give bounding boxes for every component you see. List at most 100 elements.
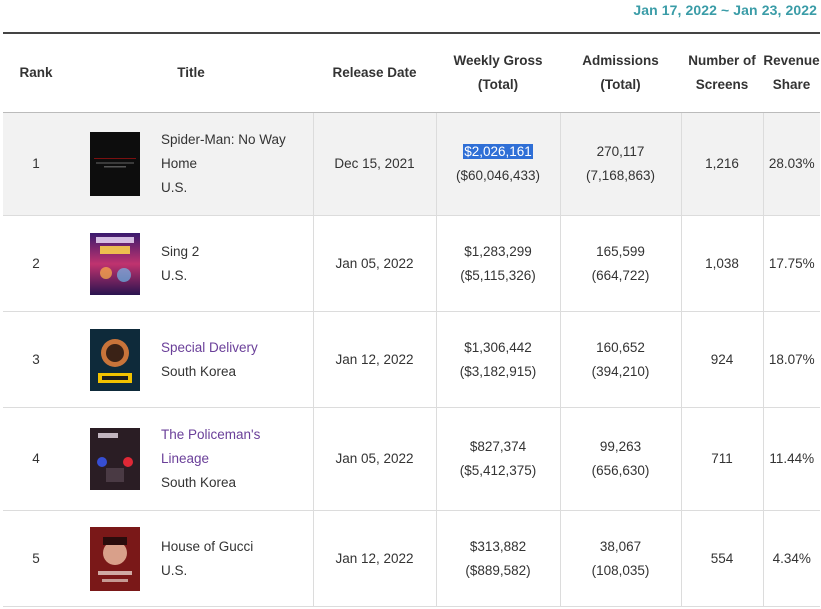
total-gross-value: ($889,582) (465, 562, 531, 578)
admissions-value: 165,599 (596, 243, 645, 259)
poster-cell (69, 311, 161, 408)
total-admissions-value: (108,035) (591, 562, 650, 578)
movie-country: U.S. (161, 180, 188, 195)
weekly-gross-value: $1,283,299 (464, 243, 532, 259)
poster-cell (69, 407, 161, 511)
movie-title-link[interactable]: Special Delivery (161, 336, 313, 360)
rank-cell: 3 (3, 311, 69, 408)
poster-cell (69, 112, 161, 216)
movie-country: U.S. (161, 562, 188, 578)
weekly-gross-cell: $313,882 ($889,582) (435, 510, 561, 607)
rank-cell: 1 (3, 112, 69, 216)
movie-country: U.S. (161, 267, 188, 283)
weekly-gross-cell: $2,026,161 ($60,046,433) (435, 112, 561, 216)
movie-title[interactable]: House of Gucci (161, 535, 313, 559)
screens-cell: 1,038 (680, 215, 764, 312)
admissions-cell: 38,067 (108,035) (559, 510, 682, 607)
column-header-revenue-share: Revenue Share (763, 32, 821, 113)
rank-cell: 5 (3, 510, 69, 607)
admissions-cell: 160,652 (394,210) (559, 311, 682, 408)
screens-cell: 711 (680, 407, 764, 511)
total-gross-value: ($60,046,433) (455, 168, 541, 183)
weekly-gross-value: $1,306,442 (464, 339, 532, 355)
release-date-cell: Jan 05, 2022 (312, 215, 437, 312)
column-header-screens: Number of Screens (681, 32, 764, 113)
movie-title-line2[interactable]: Home (161, 152, 313, 176)
column-header-rank: Rank (3, 32, 69, 113)
revenue-share-cell: 18.07% (762, 311, 821, 408)
revenue-share-cell: 11.44% (762, 407, 821, 511)
screens-cell: 924 (680, 311, 764, 408)
column-header-revenue-line2: Share (772, 77, 811, 92)
admissions-value: 99,263 (599, 439, 642, 454)
screens-cell: 554 (680, 510, 764, 607)
column-header-admissions-line1: Admissions (582, 53, 659, 68)
title-cell: The Policeman's Lineage South Korea (161, 407, 314, 511)
column-header-release-date: Release Date (313, 32, 437, 113)
admissions-value: 270,117 (596, 144, 645, 159)
admissions-cell: 99,263 (656,630) (559, 407, 682, 511)
column-header-screens-line2: Screens (695, 77, 749, 92)
column-header-admissions-line2: (Total) (600, 77, 641, 92)
movie-poster-image[interactable] (90, 132, 140, 196)
movie-poster-image[interactable] (90, 428, 140, 490)
title-cell: Spider-Man: No Way Home U.S. (161, 112, 314, 216)
revenue-share-cell: 28.03% (762, 112, 821, 216)
movie-poster-image[interactable] (90, 232, 140, 295)
weekly-gross-value: $827,374 (469, 439, 527, 454)
movie-title[interactable]: Sing 2 (161, 240, 313, 264)
weekly-gross-value: $313,882 (469, 538, 527, 554)
total-admissions-value: (656,630) (591, 463, 650, 478)
poster-cell (69, 510, 161, 607)
table-row[interactable]: 1 Spider-Man: No Way Home U.S. Dec 15, 2… (3, 112, 821, 216)
poster-cell (69, 215, 161, 312)
movie-title[interactable]: Spider-Man: No Way (161, 128, 313, 152)
box-office-table: Rank Title Release Date Weekly Gross (To… (3, 32, 821, 607)
movie-country: South Korea (161, 363, 237, 379)
column-header-weekly-gross-line2: (Total) (477, 77, 519, 92)
revenue-share-cell: 4.34% (762, 510, 821, 607)
table-header-row: Rank Title Release Date Weekly Gross (To… (3, 32, 821, 113)
screens-cell: 1,216 (680, 112, 764, 216)
release-date-cell: Jan 12, 2022 (312, 311, 437, 408)
rank-cell: 4 (3, 407, 69, 511)
movie-country: South Korea (161, 475, 237, 490)
title-cell: House of Gucci U.S. (161, 510, 314, 607)
admissions-cell: 165,599 (664,722) (559, 215, 682, 312)
total-admissions-value: (7,168,863) (585, 168, 656, 183)
column-header-screens-line1: Number of (688, 53, 756, 68)
table-row[interactable]: 5 House of Gucci U.S. Jan 12, 2022 $313,… (3, 510, 821, 607)
column-header-title: Title (69, 32, 314, 113)
total-admissions-value: (664,722) (591, 267, 650, 283)
column-header-weekly-gross-line1: Weekly Gross (453, 53, 543, 68)
revenue-share-cell: 17.75% (762, 215, 821, 312)
table-row[interactable]: 4 The Policeman's Lineage South Korea Ja… (3, 407, 821, 511)
admissions-value: 160,652 (596, 339, 645, 355)
total-gross-value: ($5,412,375) (459, 463, 537, 478)
column-header-revenue-line1: Revenue (763, 53, 820, 68)
movie-poster-image[interactable] (90, 328, 140, 391)
total-gross-value: ($3,182,915) (459, 363, 537, 379)
movie-poster-image[interactable] (90, 526, 140, 591)
release-date-cell: Dec 15, 2021 (312, 112, 437, 216)
total-admissions-value: (394,210) (591, 363, 650, 379)
movie-title-link-line2[interactable]: Lineage (161, 447, 313, 471)
admissions-cell: 270,117 (7,168,863) (559, 112, 682, 216)
weekly-gross-cell: $1,306,442 ($3,182,915) (435, 311, 561, 408)
rank-cell: 2 (3, 215, 69, 312)
release-date-cell: Jan 05, 2022 (312, 407, 437, 511)
weekly-gross-cell: $1,283,299 ($5,115,326) (435, 215, 561, 312)
total-gross-value: ($5,115,326) (460, 267, 536, 283)
table-row[interactable]: 2 Sing 2 U.S. Jan 05, 2022 $1,283,299 ($… (3, 215, 821, 312)
weekly-gross-value-selected[interactable]: $2,026,161 (463, 144, 533, 159)
column-header-admissions: Admissions (Total) (560, 32, 682, 113)
release-date-cell: Jan 12, 2022 (312, 510, 437, 607)
movie-title-link[interactable]: The Policeman's (161, 423, 313, 447)
table-row[interactable]: 3 Special Delivery South Korea Jan 12, 2… (3, 311, 821, 408)
admissions-value: 38,067 (599, 538, 642, 554)
title-cell: Sing 2 U.S. (161, 215, 314, 312)
weekly-gross-cell: $827,374 ($5,412,375) (435, 407, 561, 511)
date-range: Jan 17, 2022 ~ Jan 23, 2022 (633, 2, 817, 18)
column-header-weekly-gross: Weekly Gross (Total) (436, 32, 561, 113)
title-cell: Special Delivery South Korea (161, 311, 314, 408)
